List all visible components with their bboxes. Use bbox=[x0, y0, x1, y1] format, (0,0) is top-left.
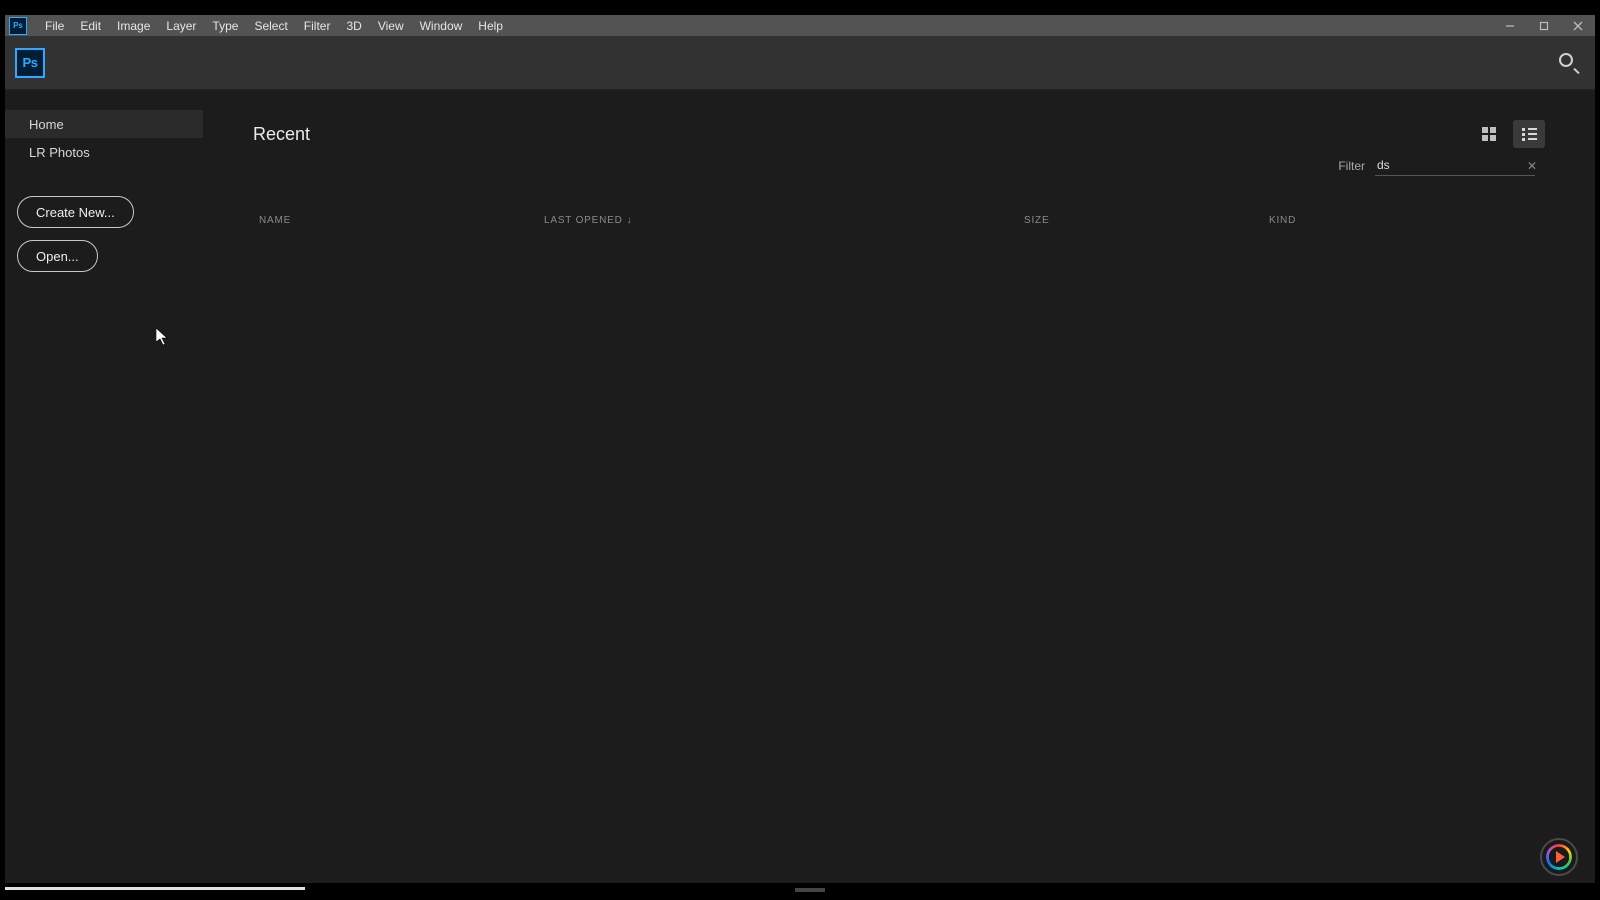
app-header: Ps bbox=[5, 36, 1595, 90]
open-button[interactable]: Open... bbox=[17, 240, 98, 272]
menu-view[interactable]: View bbox=[370, 15, 412, 36]
recent-table-header: NAME LAST OPENED ↓ SIZE KIND bbox=[253, 215, 1545, 226]
column-kind[interactable]: KIND bbox=[1269, 215, 1296, 226]
taskbar-highlight bbox=[5, 887, 305, 890]
maximize-button[interactable] bbox=[1527, 15, 1561, 36]
list-icon bbox=[1522, 128, 1537, 141]
sidebar-item-lr-photos[interactable]: LR Photos bbox=[5, 138, 203, 166]
main-panel: Recent Filter ✕ NAME bbox=[203, 90, 1595, 883]
sort-descending-icon: ↓ bbox=[627, 215, 633, 226]
minimize-button[interactable] bbox=[1493, 15, 1527, 36]
column-last-opened[interactable]: LAST OPENED ↓ bbox=[544, 215, 1024, 226]
menu-file[interactable]: File bbox=[37, 15, 72, 36]
menu-select[interactable]: Select bbox=[246, 15, 295, 36]
menu-edit[interactable]: Edit bbox=[72, 15, 109, 36]
search-icon[interactable] bbox=[1559, 53, 1579, 73]
grid-icon bbox=[1482, 127, 1496, 141]
play-icon bbox=[1556, 851, 1565, 863]
menu-layer[interactable]: Layer bbox=[158, 15, 204, 36]
filter-input[interactable] bbox=[1375, 156, 1535, 176]
menu-3d[interactable]: 3D bbox=[338, 15, 369, 36]
app-mini-icon: Ps bbox=[9, 17, 27, 35]
close-button[interactable] bbox=[1561, 15, 1595, 36]
menu-type[interactable]: Type bbox=[204, 15, 246, 36]
app-logo-icon: Ps bbox=[15, 48, 45, 78]
create-new-button[interactable]: Create New... bbox=[17, 196, 134, 228]
menu-help[interactable]: Help bbox=[470, 15, 511, 36]
column-size[interactable]: SIZE bbox=[1024, 215, 1269, 226]
filter-label: Filter bbox=[1338, 159, 1365, 173]
taskbar-center-marker bbox=[795, 888, 825, 892]
menu-window[interactable]: Window bbox=[412, 15, 471, 36]
page-title: Recent bbox=[253, 124, 1545, 145]
menu-image[interactable]: Image bbox=[109, 15, 158, 36]
sidebar-item-home[interactable]: Home bbox=[5, 110, 203, 138]
view-list-button[interactable] bbox=[1513, 120, 1545, 148]
menu-filter[interactable]: Filter bbox=[296, 15, 339, 36]
view-grid-button[interactable] bbox=[1473, 120, 1505, 148]
column-name[interactable]: NAME bbox=[259, 215, 544, 226]
menu-bar: Ps File Edit Image Layer Type Select Fil… bbox=[5, 15, 1595, 36]
media-play-button[interactable] bbox=[1540, 838, 1578, 876]
sidebar: Home LR Photos Create New... Open... bbox=[5, 90, 203, 883]
